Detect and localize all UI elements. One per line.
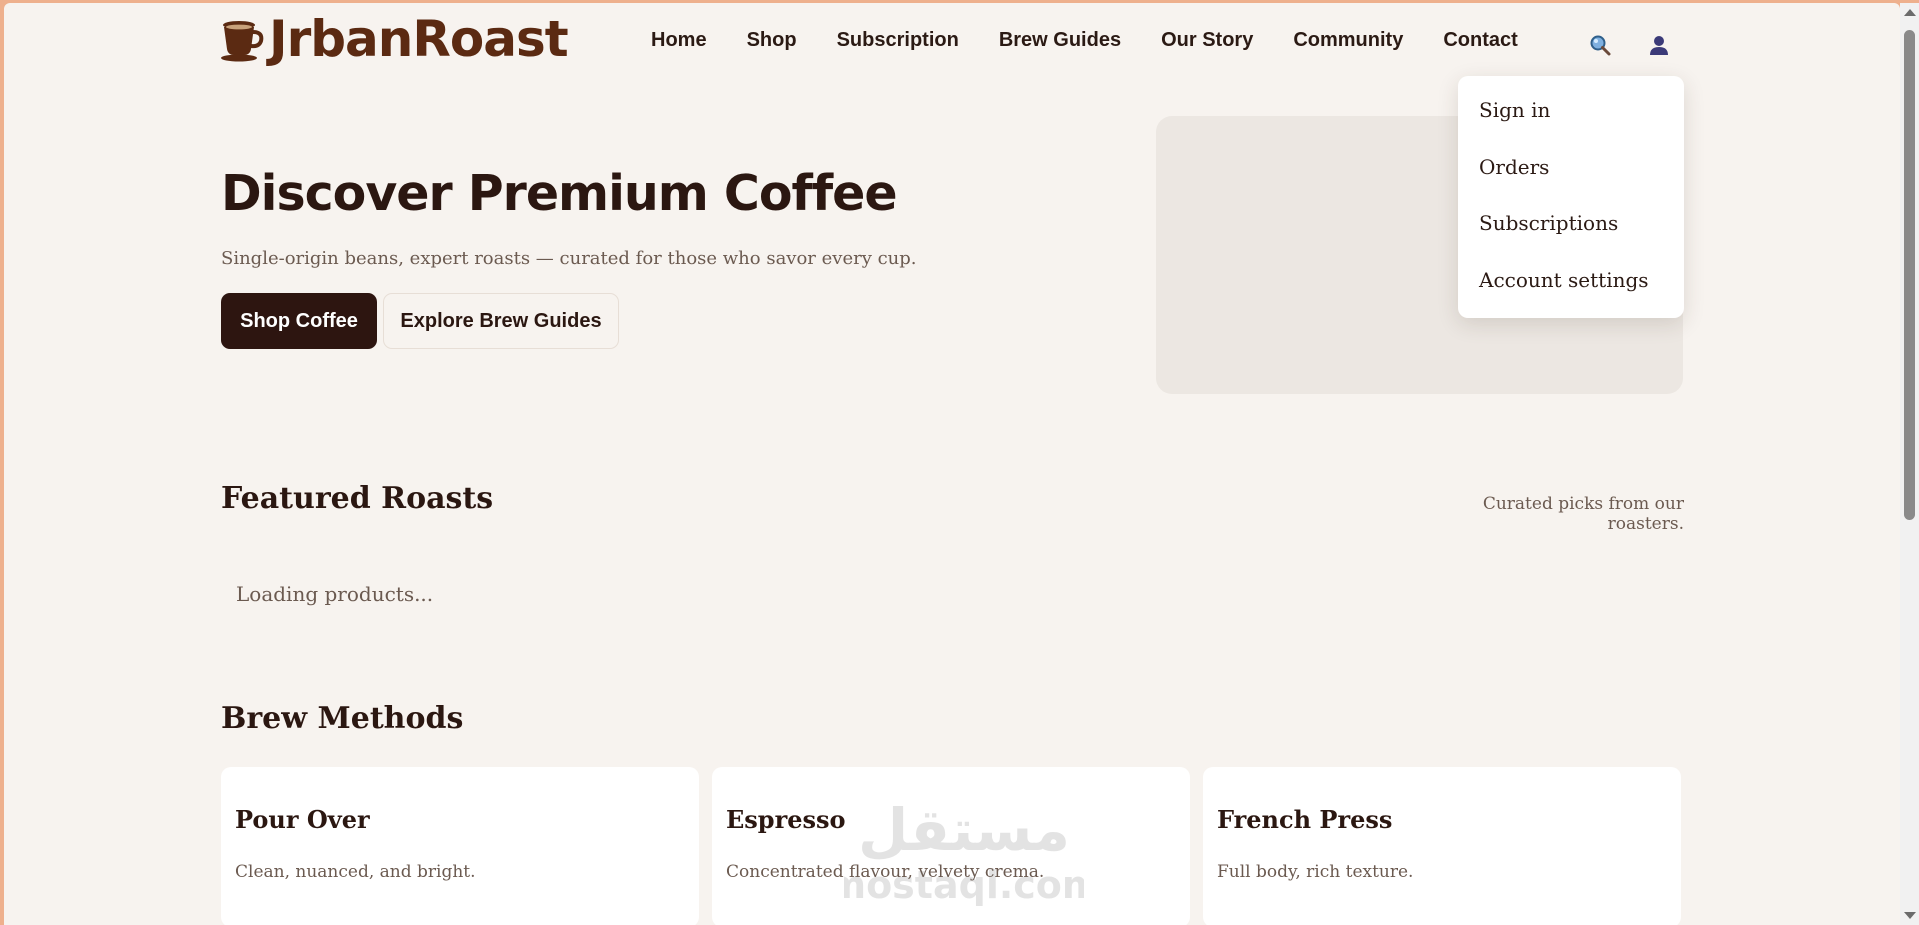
brand-logo[interactable]: JrbanRoast	[221, 10, 569, 68]
brand-name: JrbanRoast	[269, 10, 569, 68]
nav-brew-guides[interactable]: Brew Guides	[999, 29, 1121, 52]
site-header: JrbanRoast Home Shop Subscription Brew G…	[4, 3, 1900, 85]
scroll-up-arrow-icon[interactable]	[1904, 9, 1916, 16]
brew-methods-title: Brew Methods	[221, 701, 464, 736]
nav-shop[interactable]: Shop	[747, 29, 797, 52]
card-description: Clean, nuanced, and bright.	[235, 862, 476, 882]
menu-item-sign-in[interactable]: Sign in	[1458, 98, 1684, 155]
card-description: Full body, rich texture.	[1217, 862, 1414, 882]
user-icon[interactable]	[1647, 33, 1671, 57]
hero-title: Discover Premium Coffee	[221, 165, 898, 222]
account-dropdown-menu: Sign in Orders Subscriptions Account set…	[1458, 76, 1684, 318]
scroll-down-arrow-icon[interactable]	[1904, 912, 1916, 919]
nav-home[interactable]: Home	[651, 29, 707, 52]
brew-card-pour-over[interactable]: Pour Over Clean, nuanced, and bright.	[221, 767, 699, 925]
menu-item-account-settings[interactable]: Account settings	[1458, 268, 1684, 325]
card-title: Espresso	[726, 805, 846, 834]
shop-coffee-button[interactable]: Shop Coffee	[221, 293, 377, 349]
menu-item-subscriptions[interactable]: Subscriptions	[1458, 211, 1684, 268]
browser-viewport: JrbanRoast Home Shop Subscription Brew G…	[4, 3, 1900, 925]
nav-contact[interactable]: Contact	[1443, 29, 1517, 52]
main-nav: Home Shop Subscription Brew Guides Our S…	[651, 29, 1558, 52]
products-loading-text: Loading products...	[236, 582, 434, 606]
featured-roasts-note: Curated picks from our roasters.	[1482, 494, 1684, 534]
explore-brew-guides-button[interactable]: Explore Brew Guides	[383, 293, 619, 349]
page-scrollbar[interactable]	[1900, 3, 1919, 925]
nav-our-story[interactable]: Our Story	[1161, 29, 1253, 52]
menu-item-orders[interactable]: Orders	[1458, 155, 1684, 212]
card-description: Concentrated flavour, velvety crema.	[726, 862, 1045, 882]
card-title: Pour Over	[235, 805, 370, 834]
coffee-cup-icon	[221, 15, 265, 63]
search-icon[interactable]	[1588, 33, 1612, 57]
scroll-thumb[interactable]	[1904, 30, 1915, 520]
nav-subscription[interactable]: Subscription	[837, 29, 959, 52]
featured-roasts-title: Featured Roasts	[221, 481, 494, 516]
brew-card-espresso[interactable]: Espresso Concentrated flavour, velvety c…	[712, 767, 1190, 925]
brew-card-french-press[interactable]: French Press Full body, rich texture.	[1203, 767, 1681, 925]
card-title: French Press	[1217, 805, 1393, 834]
hero-subtitle: Single-origin beans, expert roasts — cur…	[221, 248, 917, 269]
nav-community[interactable]: Community	[1293, 29, 1403, 52]
